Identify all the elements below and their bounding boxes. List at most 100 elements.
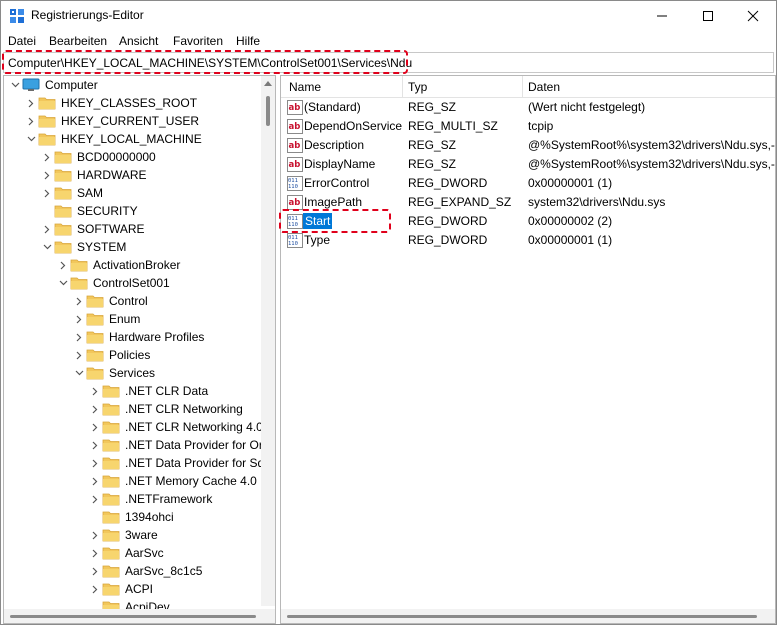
value-data: @%SystemRoot%\system32\drivers\Ndu.sys,-… — [528, 157, 776, 171]
chevron-right-icon[interactable] — [72, 328, 86, 346]
tree-node[interactable]: Policies — [72, 346, 150, 364]
tree-node[interactable]: BCD00000000 — [40, 148, 156, 166]
tree-node[interactable]: .NET CLR Networking — [88, 400, 243, 418]
minimize-button[interactable] — [639, 1, 685, 31]
chevron-right-icon[interactable] — [88, 418, 102, 436]
chevron-right-icon[interactable] — [24, 112, 38, 130]
value-type: REG_DWORD — [408, 233, 488, 247]
chevron-right-icon[interactable] — [24, 94, 38, 112]
chevron-down-icon[interactable] — [56, 274, 70, 292]
chevron-right-icon[interactable] — [72, 292, 86, 310]
value-row[interactable]: 011 110 Type REG_DWORD 0x00000001 (1) — [281, 231, 775, 250]
tree-node-label: .NET Data Provider for Ora — [125, 438, 270, 452]
tree-node[interactable]: .NET CLR Data — [88, 382, 208, 400]
chevron-right-icon[interactable] — [56, 256, 70, 274]
chevron-down-icon[interactable] — [40, 238, 54, 256]
tree-node[interactable]: 3ware — [88, 526, 158, 544]
scroll-up-icon[interactable] — [264, 80, 272, 86]
list-horizontal-scrollbar[interactable] — [281, 609, 775, 623]
value-data: 0x00000001 (1) — [528, 176, 613, 190]
tree-node[interactable]: Enum — [72, 310, 140, 328]
tree-node[interactable]: Control — [72, 292, 148, 310]
tree-vertical-scroll-thumb[interactable] — [266, 96, 270, 126]
chevron-right-icon[interactable] — [88, 472, 102, 490]
chevron-right-icon[interactable] — [88, 382, 102, 400]
tree-node-label: .NET CLR Networking 4.0. — [125, 420, 267, 434]
chevron-right-icon[interactable] — [40, 148, 54, 166]
column-header-name[interactable]: Name — [289, 80, 321, 94]
tree-node[interactable]: HKEY_LOCAL_MACHINE — [24, 130, 202, 148]
tree-node[interactable]: SYSTEM — [40, 238, 126, 256]
chevron-right-icon[interactable] — [40, 184, 54, 202]
tree-node[interactable]: AarSvc — [88, 544, 164, 562]
tree-node[interactable]: AarSvc_8c1c5 — [88, 562, 202, 580]
menu-bar: Datei Bearbeiten Ansicht Favoriten Hilfe — [1, 31, 776, 51]
chevron-right-icon[interactable] — [88, 562, 102, 580]
tree-node[interactable]: .NETFramework — [88, 490, 212, 508]
column-header-type[interactable]: Typ — [408, 80, 427, 94]
chevron-down-icon[interactable] — [24, 130, 38, 148]
value-type: REG_MULTI_SZ — [408, 119, 498, 133]
menu-favoriten[interactable]: Favoriten — [173, 34, 223, 48]
tree-node[interactable]: HARDWARE — [40, 166, 147, 184]
tree-node[interactable]: SOFTWARE — [40, 220, 145, 238]
column-divider[interactable] — [402, 76, 403, 98]
chevron-down-icon[interactable] — [72, 364, 86, 382]
chevron-right-icon[interactable] — [40, 220, 54, 238]
chevron-right-icon[interactable] — [88, 526, 102, 544]
tree-node[interactable]: .NET Data Provider for Sql — [88, 454, 267, 472]
chevron-right-icon[interactable] — [88, 400, 102, 418]
tree-node[interactable]: HKEY_CURRENT_USER — [24, 112, 199, 130]
folder-icon — [102, 492, 120, 506]
value-row[interactable]: ab (Standard) REG_SZ (Wert nicht festgelegt… — [281, 98, 775, 117]
tree-node[interactable]: ControlSet001 — [56, 274, 170, 292]
tree-node[interactable]: Hardware Profiles — [72, 328, 204, 346]
key-tree-pane[interactable]: Computer HKEY_CLASSES_ROOT HKEY_CURRENT_US… — [3, 75, 276, 624]
list-horizontal-scroll-thumb[interactable] — [287, 615, 757, 618]
tree-vertical-scrollbar[interactable] — [261, 76, 275, 606]
chevron-right-icon[interactable] — [88, 544, 102, 562]
tree-node-label: .NET Data Provider for Sql — [125, 456, 267, 470]
menu-ansicht[interactable]: Ansicht — [119, 34, 158, 48]
values-list-pane[interactable]: Name Typ Daten ab (Standard) REG_SZ (Wert n… — [280, 75, 776, 624]
chevron-right-icon[interactable] — [88, 454, 102, 472]
tree-horizontal-scrollbar[interactable] — [4, 609, 275, 623]
value-row[interactable]: ab ImagePath REG_EXPAND_SZ system32\drivers… — [281, 193, 775, 212]
value-row[interactable]: ab Description REG_SZ @%SystemRoot%\system3… — [281, 136, 775, 155]
chevron-right-icon[interactable] — [88, 580, 102, 598]
tree-horizontal-scroll-thumb[interactable] — [10, 615, 256, 618]
tree-node[interactable]: .NET CLR Networking 4.0. — [88, 418, 266, 436]
column-divider[interactable] — [522, 76, 523, 98]
tree-node-label: Policies — [109, 348, 151, 362]
tree-node[interactable]: ACPI — [88, 580, 153, 598]
address-bar[interactable]: Computer\HKEY_LOCAL_MACHINE\SYSTEM\Contr… — [3, 52, 774, 73]
chevron-down-icon[interactable] — [8, 76, 22, 94]
chevron-right-icon[interactable] — [72, 310, 86, 328]
column-header-data[interactable]: Daten — [528, 80, 560, 94]
tree-node[interactable]: .NET Data Provider for Ora — [88, 436, 270, 454]
maximize-button[interactable] — [685, 1, 731, 31]
menu-hilfe[interactable]: Hilfe — [236, 34, 260, 48]
chevron-right-icon[interactable] — [40, 166, 54, 184]
menu-bearbeiten[interactable]: Bearbeiten — [49, 34, 107, 48]
close-button[interactable] — [730, 1, 776, 31]
tree-node[interactable]: HKEY_CLASSES_ROOT — [24, 94, 197, 112]
chevron-right-icon[interactable] — [88, 436, 102, 454]
chevron-right-icon[interactable] — [88, 490, 102, 508]
tree-node[interactable]: Computer — [8, 76, 98, 94]
tree-node[interactable]: ActivationBroker — [56, 256, 180, 274]
chevron-right-icon[interactable] — [72, 346, 86, 364]
value-row[interactable]: 011 110 ErrorControl REG_DWORD 0x00000001 (1… — [281, 174, 775, 193]
tree-node[interactable]: SECURITY — [40, 202, 138, 220]
tree-node[interactable]: 1394ohci — [88, 508, 174, 526]
value-row[interactable]: 011 110 Start REG_DWORD 0x00000002 (2) — [281, 212, 775, 231]
folder-icon — [38, 96, 56, 110]
folder-icon — [86, 348, 104, 362]
value-row[interactable]: ab DisplayName REG_SZ @%SystemRoot%\system3… — [281, 155, 775, 174]
tree-node-label: 1394ohci — [125, 510, 174, 524]
tree-node[interactable]: .NET Memory Cache 4.0 — [88, 472, 257, 490]
value-row[interactable]: ab DependOnService REG_MULTI_SZ tcpip — [281, 117, 775, 136]
menu-datei[interactable]: Datei — [8, 34, 36, 48]
tree-node[interactable]: SAM — [40, 184, 103, 202]
tree-node[interactable]: Services — [72, 364, 155, 382]
